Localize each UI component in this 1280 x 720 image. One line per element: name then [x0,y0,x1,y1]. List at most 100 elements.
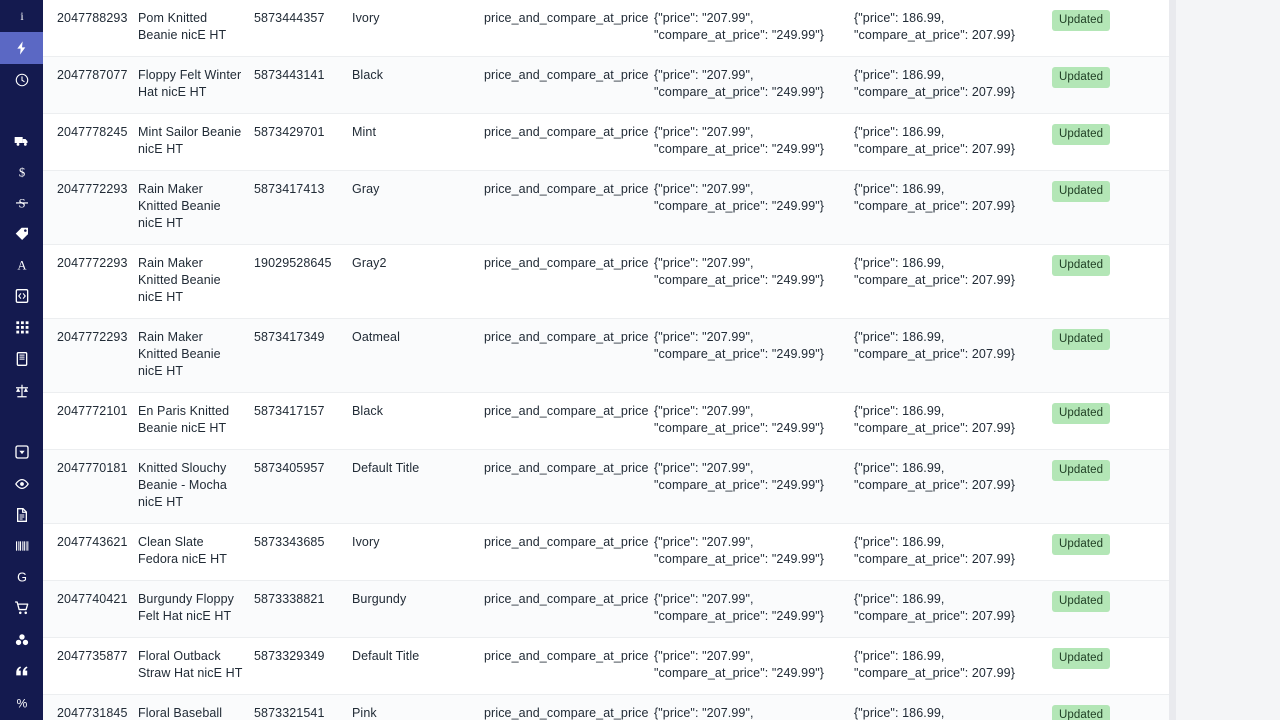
cell-variant: Gray [352,170,484,245]
sidebar-item-google-g[interactable]: G [0,561,43,593]
sidebar-item-letter-a[interactable]: A [0,249,43,281]
sidebar-item-code-file[interactable] [0,280,43,312]
dollar-sign-icon: $ [14,164,30,180]
cell-variant: Default Title [352,637,484,695]
cell-field: price_and_compare_at_price [484,56,654,114]
truck-icon [14,133,30,149]
book-icon [14,351,30,367]
sidebar-item-tag[interactable] [0,218,43,250]
table-row[interactable]: 2047778245 Mint Sailor Beanie nicE HT 5873… [43,113,1169,171]
sidebar-item-strikethrough-dollar[interactable]: S [0,187,43,219]
cell-field: price_and_compare_at_price [484,318,654,393]
cell-sku: 5873343685 [254,523,352,581]
status-badge: Updated [1052,329,1111,350]
table-row[interactable]: 2047731845Floral Baseball Hat - Pink nic… [43,694,1169,720]
cell-product-name: Rain Maker Knitted Beanie nicE HT [138,244,254,319]
status-badge: Updated [1052,255,1111,276]
cell-product-name: Clean Slate Fedora nicE HT [138,523,254,581]
sidebar-item-lightning-bolt[interactable] [0,32,43,64]
svg-text:i: i [20,9,24,23]
sidebar-item-info[interactable]: i [0,0,43,32]
sidebar-item-scales-balance[interactable] [0,375,43,407]
cell-variant: Ivory [352,523,484,581]
boxes-stack-icon [14,632,30,648]
cell-variant: Burgundy [352,580,484,638]
table-row[interactable]: 2047740421 Burgundy Floppy Felt Hat nicE … [43,580,1169,638]
cell-variant: Ivory [352,0,484,57]
cell-old-value: {"price": "207.99", "compare_at_price": … [654,392,854,450]
sidebar-item-quote[interactable] [0,655,43,687]
letter-a-icon: A [14,257,30,273]
sidebar-item-book[interactable] [0,343,43,375]
sidebar-item-dollar-sign[interactable]: $ [0,156,43,188]
cell-new-value: {"price": 186.99, "compare_at_price": 20… [854,637,1052,695]
cell-old-value: {"price": "207.99", "compare_at_price": … [654,0,854,57]
barcode-icon [14,538,30,554]
table-row[interactable]: 2047772293 Rain Maker Knitted Beanie nicE… [43,318,1169,393]
cell-variant: Black [352,56,484,114]
table-row[interactable]: 2047787077 Floppy Felt Winter Hat nicE HT… [43,56,1169,114]
product-price-changes-table: 2047788293 Pom Knitted Beanie nicE HT 5873… [43,0,1169,720]
table-row[interactable]: 2047743621 Clean Slate Fedora nicE HT 5873… [43,523,1169,581]
cell-field: price_and_compare_at_price [484,392,654,450]
status-badge: Updated [1052,591,1111,612]
tag-icon [14,226,30,242]
table-row[interactable]: 2047735877 Floral Outback Straw Hat nicE … [43,637,1169,695]
status-badge: Updated [1052,648,1111,669]
cell-new-value: {"price": 186.99, "compare_at_price": 20… [854,318,1052,393]
cell-old-value: {"price": "207.99", "compare_at_price": … [654,637,854,695]
cell-status: Updated [1052,113,1169,171]
cell-product-id: 2047772101 [43,392,138,450]
svg-text:%: % [16,697,27,711]
vertical-scrollbar-track[interactable] [1169,0,1176,720]
sidebar-item-grid-apps[interactable] [0,311,43,343]
svg-text:G: G [17,571,27,585]
cell-status: Updated [1052,392,1169,450]
changes-table-panel: 2047788293 Pom Knitted Beanie nicE HT 5873… [43,0,1169,720]
cell-variant: Mint [352,113,484,171]
cell-old-value: {"price": "207.99", "compare_at_price": … [654,694,854,720]
inbox-download-icon [14,444,30,460]
status-badge: Updated [1052,534,1111,555]
strikethrough-dollar-icon: S [14,195,30,211]
cell-product-id: 2047772293 [43,318,138,393]
cell-status: Updated [1052,318,1169,393]
table-row[interactable]: 2047770181 Knitted Slouchy Beanie - Mocha… [43,449,1169,524]
svg-text:$: $ [18,166,24,180]
cell-field: price_and_compare_at_price [484,523,654,581]
quote-icon [14,663,30,679]
table-row[interactable]: 2047772293 Rain Maker Knitted Beanie nicE… [43,244,1169,319]
sidebar-item-truck[interactable] [0,125,43,157]
cell-old-value: {"price": "207.99", "compare_at_price": … [654,523,854,581]
cell-field: price_and_compare_at_price [484,637,654,695]
sidebar-item-eye[interactable] [0,468,43,500]
svg-text:S: S [18,197,25,211]
cell-sku: 5873444357 [254,0,352,57]
cell-product-name: Floral Baseball Hat - Pink nicE HT [138,694,254,720]
table-row[interactable]: 2047772293 Rain Maker Knitted Beanie nicE… [43,170,1169,245]
cell-old-value: {"price": "207.99", "compare_at_price": … [654,449,854,524]
main-content: 2047788293 Pom Knitted Beanie nicE HT 5873… [43,0,1280,720]
sidebar-item-percent[interactable]: % [0,687,43,719]
sidebar-item-inbox-download[interactable] [0,436,43,468]
cell-variant: Oatmeal [352,318,484,393]
sidebar-item-document[interactable] [0,499,43,531]
cell-sku: 5873443141 [254,56,352,114]
cell-sku: 5873329349 [254,637,352,695]
cell-status: Updated [1052,694,1169,720]
cell-product-name: Pom Knitted Beanie nicE HT [138,0,254,57]
cell-old-value: {"price": "207.99", "compare_at_price": … [654,580,854,638]
cell-product-id: 2047743621 [43,523,138,581]
sidebar-item-shopping-cart[interactable] [0,592,43,624]
table-row[interactable]: 2047788293 Pom Knitted Beanie nicE HT 5873… [43,0,1169,57]
table-row[interactable]: 2047772101 En Paris Knitted Beanie nicE H… [43,392,1169,450]
document-icon [14,507,30,523]
cell-status: Updated [1052,56,1169,114]
sidebar-item-boxes-stack[interactable] [0,624,43,656]
cell-product-id: 2047787077 [43,56,138,114]
cell-variant: Gray2 [352,244,484,319]
cell-new-value: {"price": 186.99, "compare_at_price": 20… [854,694,1052,720]
status-badge: Updated [1052,124,1111,145]
sidebar-item-barcode[interactable] [0,530,43,562]
sidebar-item-clock[interactable] [0,64,43,96]
